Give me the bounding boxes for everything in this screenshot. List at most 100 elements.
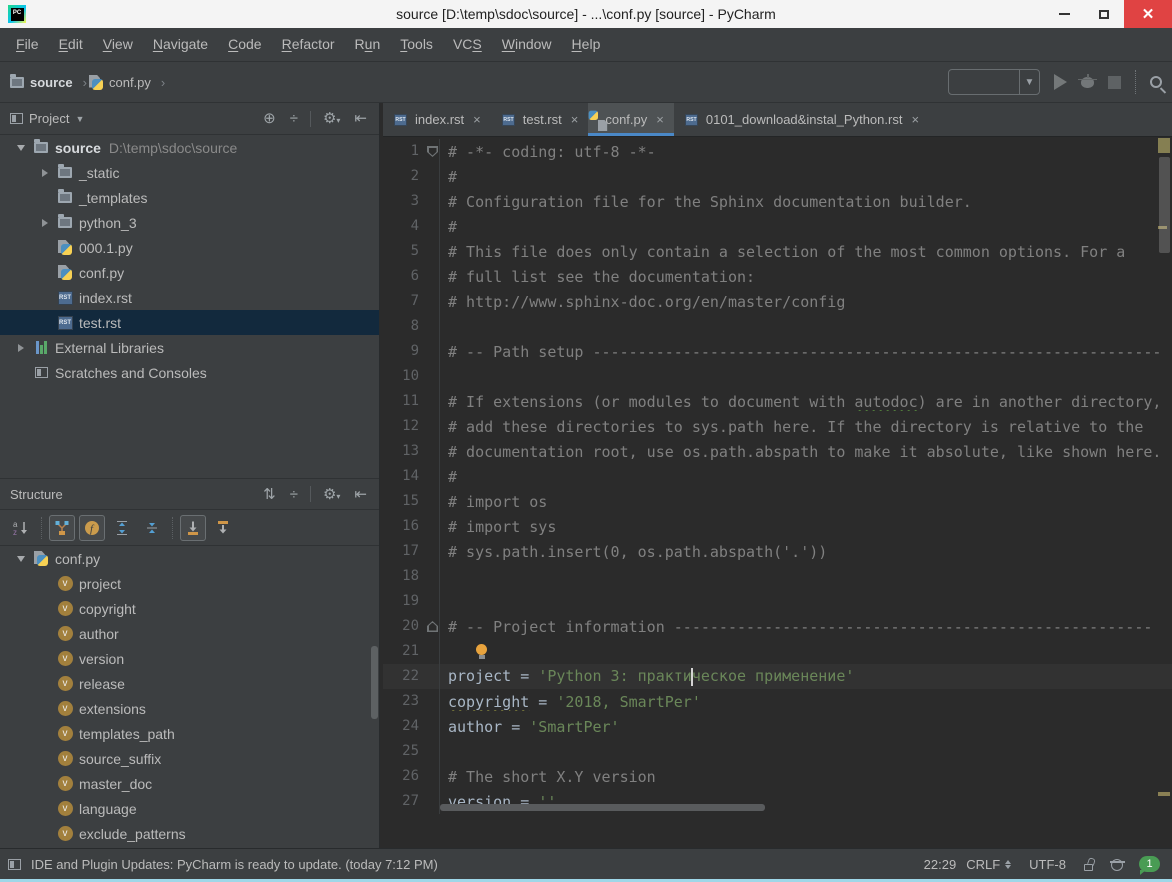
structure-item-master_doc[interactable]: vmaster_doc xyxy=(0,771,379,796)
tree-item-index-rst[interactable]: RSTindex.rst xyxy=(0,285,379,310)
debug-button[interactable] xyxy=(1081,77,1094,88)
editor-tab-0101-download-instal-python-rst[interactable]: RST0101_download&instal_Python.rst× xyxy=(674,103,929,136)
tree-item-source[interactable]: sourceD:\temp\sdoc\source xyxy=(0,135,379,160)
hide-panel-icon[interactable]: ⇤ xyxy=(350,487,371,502)
breadcrumb-item-source[interactable]: source xyxy=(10,75,73,90)
stop-button[interactable] xyxy=(1108,76,1121,89)
tree-item-conf-py[interactable]: conf.py xyxy=(0,260,379,285)
sort-alphabetically-icon[interactable]: az xyxy=(8,515,34,541)
code-line-3[interactable]: 3# Configuration file for the Sphinx doc… xyxy=(383,189,1172,214)
code-editor[interactable]: 1# -*- coding: utf-8 -*-2#3# Configurati… xyxy=(383,137,1172,848)
code-line-8[interactable]: 8 xyxy=(383,314,1172,339)
tree-expanded-arrow-icon[interactable] xyxy=(10,145,32,151)
intention-bulb-icon[interactable] xyxy=(476,644,487,655)
menu-item-navigate[interactable]: Navigate xyxy=(143,28,218,61)
toolwindow-switcher-icon[interactable] xyxy=(8,859,21,870)
menu-item-window[interactable]: Window xyxy=(492,28,562,61)
code-line-16[interactable]: 16# import sys xyxy=(383,514,1172,539)
show-inherited-icon[interactable] xyxy=(49,515,75,541)
menu-item-tools[interactable]: Tools xyxy=(390,28,443,61)
code-line-2[interactable]: 2# xyxy=(383,164,1172,189)
code-line-24[interactable]: 24author = 'SmartPer' xyxy=(383,714,1172,739)
inspections-hector-icon[interactable] xyxy=(1111,859,1123,871)
show-fields-icon[interactable]: f xyxy=(79,515,105,541)
code-line-25[interactable]: 25 xyxy=(383,739,1172,764)
structure-item-project[interactable]: vproject xyxy=(0,571,379,596)
code-line-15[interactable]: 15# import os xyxy=(383,489,1172,514)
autoscroll-to-source-icon[interactable] xyxy=(180,515,206,541)
code-line-23[interactable]: 23copyright = '2018, SmartPer' xyxy=(383,689,1172,714)
structure-item-version[interactable]: vversion xyxy=(0,646,379,671)
tree-item-test-rst[interactable]: RSTtest.rst xyxy=(0,310,379,335)
expand-all-icon[interactable] xyxy=(109,515,135,541)
editor-tab-index-rst[interactable]: RSTindex.rst× xyxy=(383,103,491,136)
editor-vscrollbar-thumb[interactable] xyxy=(1159,157,1170,253)
menu-item-file[interactable]: File xyxy=(6,28,49,61)
close-button[interactable]: ✕ xyxy=(1124,0,1172,28)
chevron-down-icon[interactable]: ▼ xyxy=(75,114,84,124)
structure-scrollbar-thumb[interactable] xyxy=(371,646,378,719)
settings-gear-icon[interactable]: ⚙▾ xyxy=(319,487,344,502)
autoscroll-from-source-icon[interactable] xyxy=(210,515,236,541)
tree-item-python-3[interactable]: python_3 xyxy=(0,210,379,235)
code-line-5[interactable]: 5# This file does only contain a selecti… xyxy=(383,239,1172,264)
line-ending-widget[interactable]: CRLF xyxy=(966,857,1011,872)
tree-item-scratches-and-consoles[interactable]: Scratches and Consoles xyxy=(0,360,379,385)
run-button[interactable] xyxy=(1054,74,1067,90)
code-line-11[interactable]: 11# If extensions (or modules to documen… xyxy=(383,389,1172,414)
editor-tab-test-rst[interactable]: RSTtest.rst× xyxy=(491,103,589,136)
collapse-all-icon[interactable] xyxy=(139,515,165,541)
structure-item-author[interactable]: vauthor xyxy=(0,621,379,646)
encoding-widget[interactable]: UTF-8 xyxy=(1029,857,1066,872)
code-line-14[interactable]: 14# xyxy=(383,464,1172,489)
code-line-10[interactable]: 10 xyxy=(383,364,1172,389)
editor-hscrollbar-thumb[interactable] xyxy=(440,804,765,811)
tree-collapsed-arrow-icon[interactable] xyxy=(10,344,32,352)
code-line-12[interactable]: 12# add these directories to sys.path he… xyxy=(383,414,1172,439)
editor-tab-conf-py[interactable]: conf.py× xyxy=(588,103,674,136)
stripe-mark[interactable] xyxy=(1158,792,1170,796)
tab-close-icon[interactable]: × xyxy=(473,112,481,127)
code-line-22[interactable]: 22project = 'Python 3: практическое прим… xyxy=(383,664,1172,689)
fold-marker-icon[interactable] xyxy=(427,621,438,632)
structure-item-source_suffix[interactable]: vsource_suffix xyxy=(0,746,379,771)
tree-expanded-arrow-icon[interactable] xyxy=(10,556,32,562)
tree-collapsed-arrow-icon[interactable] xyxy=(34,219,56,227)
structure-item-templates_path[interactable]: vtemplates_path xyxy=(0,721,379,746)
code-line-17[interactable]: 17# sys.path.insert(0, os.path.abspath('… xyxy=(383,539,1172,564)
tree-item--templates[interactable]: _templates xyxy=(0,185,379,210)
hide-panel-icon[interactable]: ⇤ xyxy=(350,111,371,126)
caret-position-widget[interactable]: 22:29 xyxy=(924,857,957,872)
tree-item--static[interactable]: _static xyxy=(0,160,379,185)
minimize-button[interactable] xyxy=(1044,0,1084,28)
code-line-1[interactable]: 1# -*- coding: utf-8 -*- xyxy=(383,139,1172,164)
code-line-20[interactable]: 20# -- Project information -------------… xyxy=(383,614,1172,639)
menu-item-code[interactable]: Code xyxy=(218,28,271,61)
code-line-19[interactable]: 19 xyxy=(383,589,1172,614)
menu-item-refactor[interactable]: Refactor xyxy=(272,28,345,61)
settings-gear-icon[interactable]: ⚙▾ xyxy=(319,111,344,126)
tab-close-icon[interactable]: × xyxy=(911,112,919,127)
code-line-26[interactable]: 26# The short X.Y version xyxy=(383,764,1172,789)
code-line-7[interactable]: 7# http://www.sphinx-doc.org/en/master/c… xyxy=(383,289,1172,314)
unlock-icon[interactable] xyxy=(1084,864,1093,871)
tree-item-000-1-py[interactable]: 000.1.py xyxy=(0,235,379,260)
menu-item-view[interactable]: View xyxy=(93,28,143,61)
code-line-21[interactable]: 21 xyxy=(383,639,1172,664)
tree-item-external-libraries[interactable]: External Libraries xyxy=(0,335,379,360)
structure-item-extensions[interactable]: vextensions xyxy=(0,696,379,721)
code-line-4[interactable]: 4# xyxy=(383,214,1172,239)
structure-root-conf.py[interactable]: conf.py xyxy=(0,546,379,571)
structure-item-exclude_patterns[interactable]: vexclude_patterns xyxy=(0,821,379,846)
menu-item-run[interactable]: Run xyxy=(345,28,391,61)
status-message[interactable]: IDE and Plugin Updates: PyCharm is ready… xyxy=(31,857,438,872)
error-stripe[interactable] xyxy=(1157,137,1172,848)
menu-item-edit[interactable]: Edit xyxy=(49,28,93,61)
structure-item-release[interactable]: vrelease xyxy=(0,671,379,696)
search-everywhere-icon[interactable] xyxy=(1150,76,1162,88)
breadcrumb-item-conf-py[interactable]: conf.py xyxy=(89,75,151,90)
run-configuration-select[interactable]: ▼ xyxy=(948,69,1040,95)
expand-icon[interactable]: ⇅ xyxy=(259,487,280,502)
tab-close-icon[interactable]: × xyxy=(571,112,579,127)
notification-badge[interactable]: 1 xyxy=(1139,856,1160,872)
